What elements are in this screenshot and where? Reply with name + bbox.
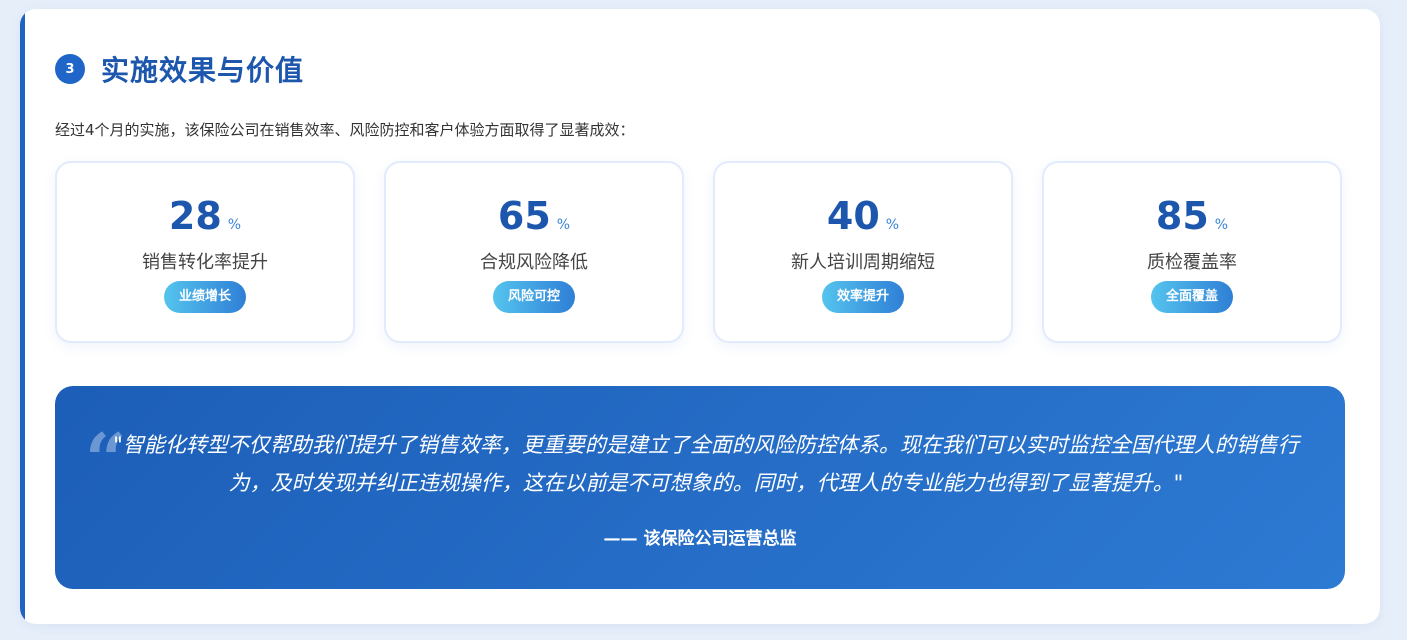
section-number-badge: 3 [55, 54, 85, 84]
stat-tag: 风险可控 [492, 281, 575, 313]
stats-row: 28% 销售转化率提升 业绩增长 65% 合规风险降低 风险可控 40% 新人培… [55, 161, 1345, 345]
stat-value-row: 28% [57, 193, 353, 248]
stat-value-row: 65% [386, 193, 682, 248]
stat-value: 40 [826, 194, 880, 238]
stat-label: 新人培训周期缩短 [791, 252, 935, 273]
stat-card-qa-coverage: 85% 质检覆盖率 全面覆盖 [1042, 161, 1342, 343]
section-header: 3 实施效果与价值 [55, 52, 305, 87]
stat-tag-wrap: 效率提升 [715, 281, 1011, 313]
stat-tag-wrap: 业绩增长 [57, 281, 353, 313]
section-intro: 经过4个月的实施，该保险公司在销售效率、风险防控和客户体验方面取得了显著成效： [55, 121, 635, 139]
stat-card-conversion: 28% 销售转化率提升 业绩增长 [55, 161, 355, 343]
section-title: 实施效果与价值 [101, 54, 305, 87]
results-section-card: 3 实施效果与价值 经过4个月的实施，该保险公司在销售效率、风险防控和客户体验方… [20, 9, 1380, 624]
stat-unit: % [227, 217, 242, 233]
stat-label: 销售转化率提升 [142, 252, 268, 273]
stat-tag: 全面覆盖 [1150, 281, 1233, 313]
stat-label: 质检覆盖率 [1147, 252, 1237, 273]
quote-author: —— 该保险公司运营总监 [603, 529, 797, 549]
stat-tag-wrap: 风险可控 [386, 281, 682, 313]
stat-unit: % [556, 217, 571, 233]
stat-card-training-cycle: 40% 新人培训周期缩短 效率提升 [713, 161, 1013, 343]
testimonial-quote-box: “ "智能化转型不仅帮助我们提升了销售效率，更重要的是建立了全面的风险防控体系。… [55, 386, 1345, 589]
stat-value: 65 [497, 194, 551, 238]
stat-tag-wrap: 全面覆盖 [1044, 281, 1340, 313]
stat-value-row: 40% [715, 193, 1011, 248]
stat-tag: 效率提升 [821, 281, 904, 313]
stat-label: 合规风险降低 [480, 252, 588, 273]
stat-unit: % [885, 217, 900, 233]
stat-value: 28 [168, 194, 222, 238]
stat-value-row: 85% [1044, 193, 1340, 248]
card-accent-bar [20, 9, 25, 624]
stat-card-compliance-risk: 65% 合规风险降低 风险可控 [384, 161, 684, 343]
stat-unit: % [1214, 217, 1229, 233]
stat-tag: 业绩增长 [163, 281, 246, 313]
stat-value: 85 [1155, 194, 1209, 238]
quote-text: "智能化转型不仅帮助我们提升了销售效率，更重要的是建立了全面的风险防控体系。现在… [113, 433, 1299, 495]
